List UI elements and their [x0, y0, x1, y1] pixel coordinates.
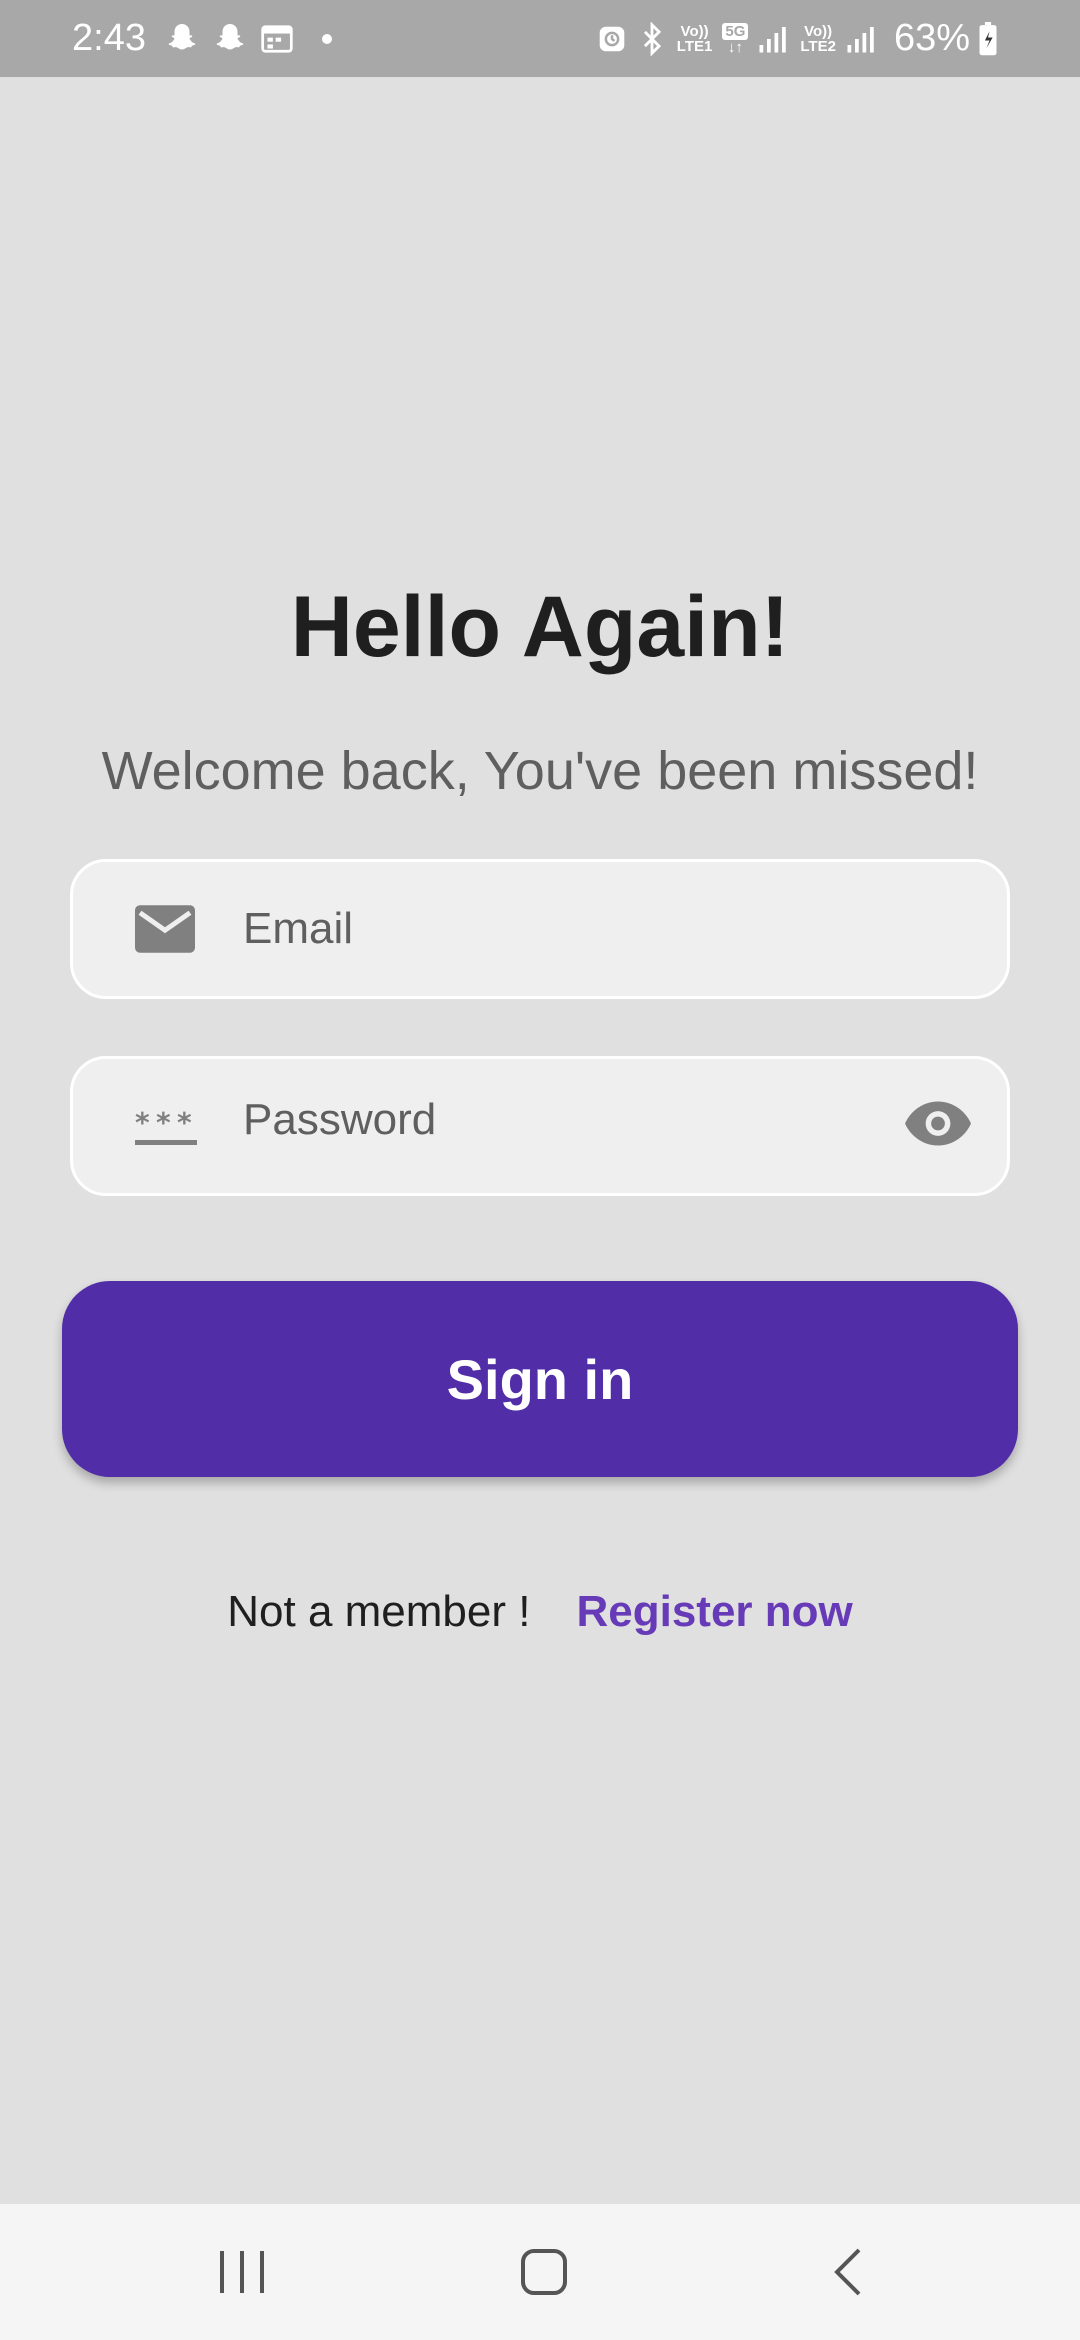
password-field[interactable]: * * *: [70, 1047, 1010, 1196]
page-subtitle: Welcome back, You've been missed!: [101, 741, 979, 801]
page-title: Hello Again!: [290, 579, 790, 675]
sim2-label-top: Vo)): [804, 22, 833, 40]
dot-icon: [321, 33, 332, 44]
status-bar-right: Vo)) LTE1 5G ↓↑ Vo)) LTE2 63%: [597, 17, 1010, 60]
svg-text:*: *: [156, 1106, 171, 1139]
back-icon[interactable]: [778, 2204, 918, 2340]
mail-icon: [135, 905, 195, 953]
alarm-icon: [597, 23, 627, 55]
bluetooth-icon: [639, 21, 665, 56]
eye-icon[interactable]: [905, 1101, 971, 1151]
signal-icon: [758, 24, 788, 54]
svg-text:*: *: [135, 1106, 150, 1139]
navigation-bar: [0, 2204, 1080, 2340]
login-screen: 2:43 Vo)) LTE1 5G ↓↑ Vo)) LTE2 63% Hello…: [0, 0, 1080, 2340]
calendar-icon: [260, 24, 294, 54]
sim1-label: Vo)) LTE1: [677, 24, 713, 54]
status-bar-left: 2:43: [72, 17, 332, 60]
sim2-label-bottom: LTE2: [800, 37, 836, 55]
sim1-label-top: Vo)): [680, 22, 709, 40]
register-row: Not a member ! Register now: [0, 1587, 1080, 1637]
status-bar: 2:43 Vo)) LTE1 5G ↓↑ Vo)) LTE2 63%: [0, 0, 1080, 77]
network-label: 5G ↓↑: [722, 22, 749, 56]
snapchat-icon: [164, 21, 200, 57]
data-arrows-icon: ↓↑: [727, 38, 743, 56]
snapchat-icon: [212, 21, 248, 57]
network-type: 5G: [722, 22, 749, 40]
sim2-label: Vo)) LTE2: [800, 24, 836, 54]
status-time: 2:43: [72, 17, 146, 59]
signin-button[interactable]: Sign in: [62, 1281, 1018, 1477]
not-member-text: Not a member !: [227, 1587, 531, 1636]
battery-percent: 63%: [893, 17, 970, 59]
password-icon: * * *: [135, 1106, 197, 1146]
signal-icon: [846, 24, 876, 54]
password-input[interactable]: [243, 1047, 887, 1193]
email-input[interactable]: [243, 862, 887, 996]
email-field[interactable]: [70, 859, 1010, 999]
home-icon[interactable]: [474, 2204, 614, 2340]
battery-charging-icon: [978, 21, 998, 56]
recents-icon[interactable]: [172, 2204, 312, 2340]
svg-text:*: *: [177, 1106, 192, 1139]
sim1-label-bottom: LTE1: [676, 37, 713, 55]
register-link[interactable]: Register now: [576, 1587, 852, 1637]
